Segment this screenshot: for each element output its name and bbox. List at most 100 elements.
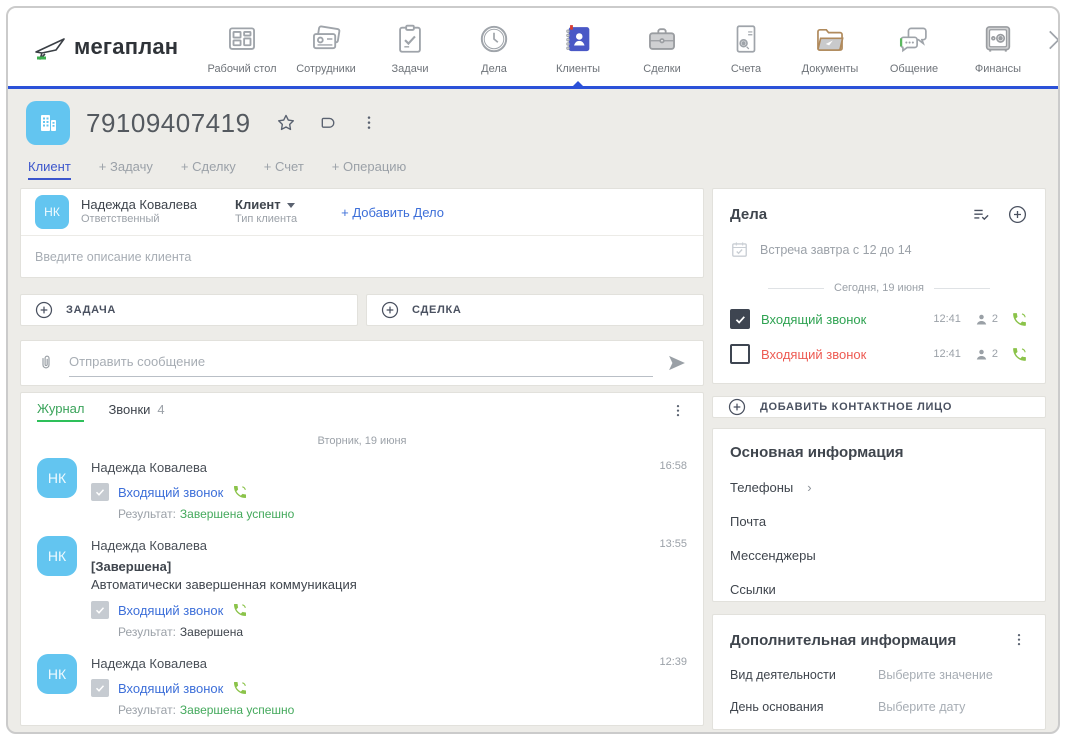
todo-label[interactable]: Входящий звонок: [761, 312, 866, 327]
nav-more-button[interactable]: [1038, 8, 1060, 86]
chevron-right-icon: ›: [807, 480, 811, 495]
main-info-panel: Основная информация Телефоны › Почта Мес…: [712, 428, 1046, 602]
todo-checkbox-checked[interactable]: [730, 309, 750, 329]
chat-bubbles-icon: [897, 20, 931, 58]
nav-item-documents[interactable]: Документы: [790, 8, 870, 86]
upcoming-meeting-row[interactable]: Встреча завтра с 12 до 14: [730, 240, 1028, 259]
page-content: 79109407419 Клиент + Задачу + Сделку: [8, 89, 1058, 732]
tab-calls[interactable]: Звонки4: [108, 402, 164, 421]
add-case-link[interactable]: + Добавить Дело: [341, 205, 444, 220]
entry-author: Надежда Ковалева: [91, 538, 687, 553]
tab-add-task[interactable]: + Задачу: [99, 159, 153, 180]
kebab-menu-icon[interactable]: [359, 112, 379, 134]
star-icon[interactable]: [275, 112, 297, 134]
plus-circle-icon[interactable]: [1007, 204, 1028, 225]
nav-label: Задачи: [392, 63, 429, 75]
client-type-label: Тип клиента: [235, 213, 297, 227]
paperclip-icon[interactable]: [37, 352, 55, 374]
phone-icon[interactable]: [1011, 311, 1028, 328]
info-row-email[interactable]: Почта: [730, 514, 1028, 529]
entity-tabs: Клиент + Задачу + Сделку + Счет + Операц…: [28, 159, 1040, 180]
activity-type-select[interactable]: Выберите значение: [878, 668, 993, 682]
main-info-title: Основная информация: [730, 444, 1028, 461]
nav-item-employees[interactable]: Сотрудники: [286, 8, 366, 86]
avatar: НК: [37, 654, 77, 694]
dashboard-icon: [225, 20, 259, 58]
entry-status: [Завершена]: [91, 559, 687, 574]
journal-date-divider: Вторник, 19 июня: [37, 435, 687, 447]
nav-item-invoices[interactable]: Счета: [706, 8, 786, 86]
info-row-messengers[interactable]: Мессенджеры: [730, 548, 1028, 563]
journal-kebab-menu-icon[interactable]: [669, 401, 687, 421]
journal-entry: НК Надежда Ковалева Входящий звонок: [37, 451, 687, 529]
chevron-down-icon: [287, 203, 295, 208]
nav-item-finance[interactable]: Финансы: [958, 8, 1038, 86]
briefcase-icon: [645, 20, 679, 58]
app-window: мегаплан Рабочий стол Сотрудники Задачи: [6, 6, 1060, 734]
avatar: НК: [37, 458, 77, 498]
todo-label[interactable]: Входящий звонок: [761, 347, 866, 362]
client-type-dropdown[interactable]: Клиент: [235, 197, 297, 213]
incoming-call-link[interactable]: Входящий звонок: [118, 603, 223, 618]
send-icon[interactable]: [667, 353, 687, 373]
info-row-phones[interactable]: Телефоны ›: [730, 480, 1028, 495]
phone-icon[interactable]: [232, 680, 248, 696]
tab-client[interactable]: Клиент: [28, 159, 71, 180]
tag-icon[interactable]: [317, 112, 339, 134]
megaplan-logo[interactable]: мегаплан: [30, 30, 202, 64]
client-description-input[interactable]: [35, 250, 689, 264]
todo-time: 12:41: [933, 313, 961, 325]
tab-add-deal[interactable]: + Сделку: [181, 159, 236, 180]
todo-item: Входящий звонок 12:41 2: [730, 309, 1028, 329]
avatar: НК: [37, 536, 77, 576]
todos-panel: Дела: [712, 188, 1046, 384]
result-label: Результат:: [118, 625, 176, 639]
foundation-day-picker[interactable]: Выберите дату: [878, 700, 965, 714]
add-task-button[interactable]: ЗАДАЧА: [20, 294, 358, 326]
page-title: 79109407419: [86, 108, 251, 139]
result-value: Завершена успешно: [180, 507, 294, 521]
nav-item-desktop[interactable]: Рабочий стол: [202, 8, 282, 86]
todo-item: Входящий звонок 12:41 2: [730, 344, 1028, 364]
calls-count-badge: 4: [157, 402, 164, 417]
call-checkbox[interactable]: [91, 679, 109, 697]
message-composer: [20, 340, 704, 386]
responsible-name[interactable]: Надежда Ковалева: [81, 197, 197, 213]
responsible-avatar[interactable]: НК: [35, 195, 69, 229]
nav-item-cases[interactable]: Дела: [454, 8, 534, 86]
nav-items: Рабочий стол Сотрудники Задачи Дела: [202, 8, 1038, 86]
tab-journal[interactable]: Журнал: [37, 401, 84, 422]
top-navigation: мегаплан Рабочий стол Сотрудники Задачи: [8, 8, 1058, 86]
nav-label: Сделки: [643, 63, 681, 75]
list-check-icon[interactable]: [971, 205, 991, 225]
entry-note: Автоматически завершенная коммуникация: [91, 577, 687, 592]
incoming-call-link[interactable]: Входящий звонок: [118, 485, 223, 500]
incoming-call-link[interactable]: Входящий звонок: [118, 681, 223, 696]
nav-item-clients[interactable]: Клиенты: [538, 8, 618, 86]
call-checkbox[interactable]: [91, 483, 109, 501]
safe-icon: [981, 20, 1015, 58]
nav-item-tasks[interactable]: Задачи: [370, 8, 450, 86]
paper-plane-icon: [30, 30, 72, 64]
todos-title: Дела: [730, 206, 767, 223]
message-input[interactable]: [69, 354, 653, 369]
todo-checkbox-unchecked[interactable]: [730, 344, 750, 364]
nav-label: Дела: [481, 63, 507, 75]
page-header: 79109407419 Клиент + Задачу + Сделку: [20, 99, 1046, 180]
phone-icon[interactable]: [232, 602, 248, 618]
clients-book-icon: [561, 20, 595, 58]
nav-item-deals[interactable]: Сделки: [622, 8, 702, 86]
folder-icon: [813, 20, 847, 58]
client-summary-card: НК Надежда Ковалева Ответственный Клиент…: [20, 188, 704, 278]
call-checkbox[interactable]: [91, 601, 109, 619]
phone-icon[interactable]: [1011, 346, 1028, 363]
info-row-links[interactable]: Ссылки: [730, 582, 1028, 597]
add-contact-button[interactable]: ДОБАВИТЬ КОНТАКТНОЕ ЛИЦО: [712, 396, 1046, 418]
nav-item-chat[interactable]: Общение: [874, 8, 954, 86]
phone-icon[interactable]: [232, 484, 248, 500]
extra-info-kebab-menu-icon[interactable]: [1010, 630, 1028, 650]
tab-add-operation[interactable]: + Операцию: [332, 159, 407, 180]
nav-label: Сотрудники: [296, 63, 356, 75]
tab-add-invoice[interactable]: + Счет: [264, 159, 304, 180]
add-deal-button[interactable]: СДЕЛКА: [366, 294, 704, 326]
